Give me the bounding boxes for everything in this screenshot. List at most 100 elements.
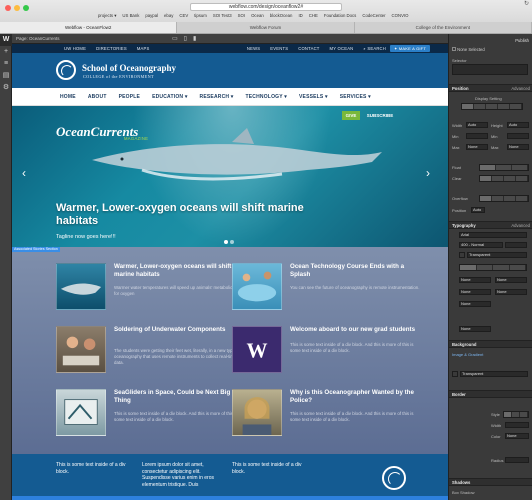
pages-icon[interactable]: ▤ xyxy=(0,70,12,82)
max-width-input[interactable]: None xyxy=(466,144,488,150)
reload-icon[interactable]: ↻ xyxy=(524,0,529,7)
minimize-window-button[interactable] xyxy=(14,5,20,11)
overflow-toggle[interactable] xyxy=(479,195,529,202)
nav-item-research[interactable]: RESEARCH ▾ xyxy=(200,94,234,100)
design-canvas[interactable]: UW HOME DIRECTORIES MAPS NEWS EVENTS CON… xyxy=(12,44,448,500)
font-family-select[interactable]: Arial xyxy=(459,232,527,238)
utility-link-directories[interactable]: DIRECTORIES xyxy=(96,44,127,53)
phone-icon[interactable]: ▮ xyxy=(193,34,196,44)
slider-next-icon[interactable]: › xyxy=(426,166,430,180)
slider-dot[interactable] xyxy=(224,240,228,244)
bookmark-item[interactable]: ID xyxy=(298,13,302,19)
position-advanced[interactable]: Advanced xyxy=(511,85,530,92)
bookmark-item[interactable]: US Bank xyxy=(122,13,139,19)
story-card[interactable]: W Welcome aboard to our new grad student… xyxy=(232,326,422,386)
utility-link-uw-home[interactable]: UW HOME xyxy=(64,44,86,53)
section-position[interactable]: Position Advanced xyxy=(449,84,532,92)
address-bar[interactable]: webflow.com/design/oceanflow2# xyxy=(190,3,342,11)
text-color-swatch[interactable] xyxy=(459,252,465,258)
tab-webflow-oceanflow2[interactable]: Webflow - OceanFlow2 xyxy=(0,22,178,33)
school-name[interactable]: School of Oceanography xyxy=(82,63,176,73)
font-size-input[interactable] xyxy=(505,242,527,248)
utility-link-maps[interactable]: MAPS xyxy=(137,44,150,53)
footer-logo-icon[interactable] xyxy=(382,466,406,490)
text-transform-select[interactable]: None xyxy=(459,289,491,295)
make-a-gift-button[interactable]: ✦ MAKE A GIFT xyxy=(390,45,430,52)
subscribe-button[interactable]: SUBSCRIBE xyxy=(362,111,398,120)
max-height-input[interactable]: None xyxy=(507,144,529,150)
display-setting-toggle[interactable] xyxy=(461,103,523,110)
clear-toggle[interactable] xyxy=(479,175,529,182)
settings-icon[interactable]: ⚙ xyxy=(0,82,12,94)
bookmark-item[interactable]: CodeCenter xyxy=(362,13,385,19)
utility-link-contact[interactable]: CONTACT xyxy=(298,44,319,53)
publish-button[interactable]: Publish xyxy=(515,36,529,45)
bookmark-item[interactable]: projects ▾ xyxy=(98,13,116,19)
nav-item-home[interactable]: HOME xyxy=(60,94,76,100)
text-decoration-select[interactable]: None xyxy=(459,277,491,283)
text-shadow-select[interactable]: None xyxy=(459,301,491,307)
letter-spacing-select[interactable]: None xyxy=(495,277,527,283)
bookmark-item[interactable]: CHE xyxy=(309,13,318,19)
nav-item-services[interactable]: SERVICES ▾ xyxy=(340,94,371,100)
nav-item-people[interactable]: PEOPLE xyxy=(119,94,140,100)
add-element-icon[interactable]: + xyxy=(0,46,12,58)
nav-item-about[interactable]: ABOUT xyxy=(88,94,107,100)
tab-college-of-the-environment[interactable]: College of the Environment xyxy=(354,22,532,33)
border-color-input[interactable]: None xyxy=(505,433,529,439)
tablet-icon[interactable]: ▯ xyxy=(184,34,187,44)
selected-element-tag[interactable]: Associated Stories Section xyxy=(12,247,60,252)
hero-slider[interactable]: OceanCurrents MAGAZINE GIVE SUBSCRIBE ‹ … xyxy=(12,106,448,247)
tab-webflow-forum[interactable]: Webflow Forum xyxy=(177,22,355,33)
section-shadows[interactable]: Shadows xyxy=(449,478,532,486)
min-width-input[interactable] xyxy=(466,133,488,139)
float-toggle[interactable] xyxy=(479,164,529,171)
story-title[interactable]: Ocean Technology Course Ends with a Spla… xyxy=(290,263,422,279)
selector-input[interactable] xyxy=(452,64,528,75)
text-indent-select[interactable]: None xyxy=(495,289,527,295)
utility-link-my-ocean[interactable]: MY OCEAN xyxy=(330,44,354,53)
story-title[interactable]: Soldering of Underwater Components xyxy=(114,326,246,334)
story-card[interactable]: Soldering of Underwater Components The s… xyxy=(56,326,246,386)
section-border[interactable]: Border xyxy=(449,390,532,398)
nav-item-technology[interactable]: TECHNOLOGY ▾ xyxy=(246,94,288,100)
section-background[interactable]: Background xyxy=(449,340,532,348)
page-selector[interactable]: Page: OceanCurrents xyxy=(16,34,60,44)
story-card[interactable]: Warmer, Lower-oxygen oceans will shift m… xyxy=(56,263,246,323)
section-typography[interactable]: Typography Advanced xyxy=(449,221,532,229)
bookmark-item[interactable]: paypal xyxy=(145,13,158,19)
story-card[interactable]: SeaGliders in Space, Could be Next Big T… xyxy=(56,389,246,449)
border-width-input[interactable] xyxy=(505,422,529,428)
text-color-input[interactable]: Transparent xyxy=(467,252,527,258)
text-align-toggle[interactable] xyxy=(459,264,527,271)
min-height-input[interactable] xyxy=(507,133,529,139)
search-link[interactable]: ⌕ SEARCH xyxy=(363,44,386,53)
desktop-icon[interactable]: ▭ xyxy=(172,34,178,44)
width-input[interactable]: Auto xyxy=(466,122,488,128)
typography-advanced[interactable]: Advanced xyxy=(511,222,530,229)
bookmark-item[interactable]: CEV xyxy=(179,13,188,19)
story-title[interactable]: SeaGliders in Space, Could be Next Big T… xyxy=(114,389,246,405)
utility-link-news[interactable]: NEWS xyxy=(247,44,260,53)
story-title[interactable]: Warmer, Lower-oxygen oceans will shift m… xyxy=(114,263,246,279)
navigator-icon[interactable]: ≡ xyxy=(0,58,12,70)
font-weight-select[interactable]: 400 - Normal xyxy=(459,242,503,248)
slider-prev-icon[interactable]: ‹ xyxy=(22,166,26,180)
bookmark-item[interactable]: CONVIO xyxy=(392,13,409,19)
nav-item-education[interactable]: EDUCATION ▾ xyxy=(152,94,187,100)
story-card[interactable]: Ocean Technology Course Ends with a Spla… xyxy=(232,263,422,323)
background-color-input[interactable]: Transparent xyxy=(460,371,528,377)
story-card[interactable]: Why is this Oceanographer Wanted by the … xyxy=(232,389,422,449)
give-button[interactable]: GIVE xyxy=(342,111,360,120)
bookmark-item[interactable]: ebay xyxy=(164,13,173,19)
close-window-button[interactable] xyxy=(5,5,11,11)
nav-item-vessels[interactable]: VESSELS ▾ xyxy=(299,94,328,100)
utility-link-events[interactable]: EVENTS xyxy=(270,44,288,53)
bookmark-item[interactable]: tipsum xyxy=(194,13,207,19)
bookmark-item[interactable]: Foundation Docs xyxy=(324,13,357,19)
white-space-select[interactable]: None xyxy=(459,326,491,332)
hero-headline[interactable]: Warmer, Lower-oxygen oceans will shift m… xyxy=(56,202,316,228)
bookmark-item[interactable]: blockOcean xyxy=(270,13,293,19)
position-select[interactable]: Auto xyxy=(471,207,485,213)
height-input[interactable]: Auto xyxy=(507,122,529,128)
